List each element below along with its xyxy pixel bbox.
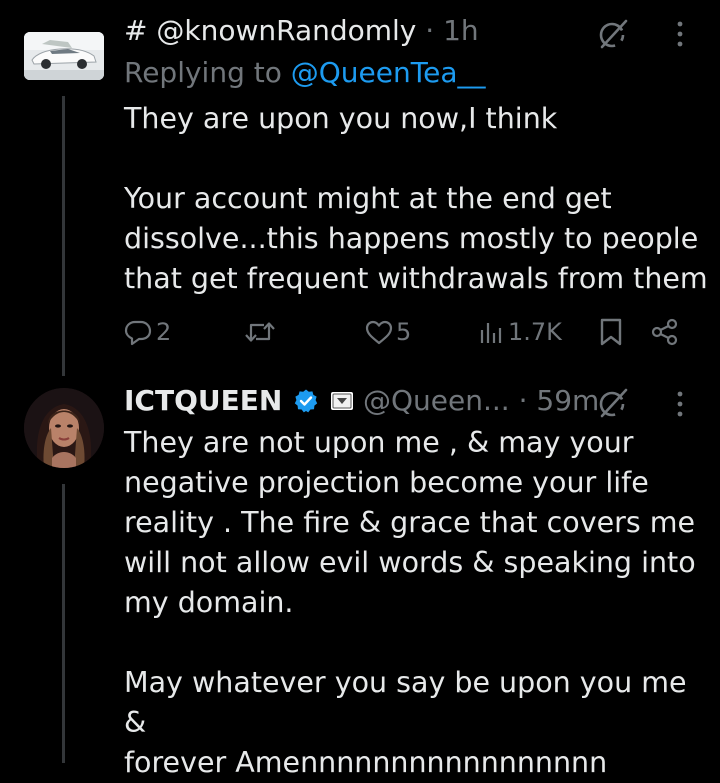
reply-button[interactable]: 2 — [124, 314, 171, 350]
tweet-text-line: They are upon you now,I think — [124, 102, 558, 135]
timestamp[interactable]: 59m — [536, 384, 599, 417]
affiliate-badge-icon — [331, 392, 354, 410]
thread-line-top — [62, 96, 65, 376]
tweet-text-line: May whatever you say be upon you me & — [124, 666, 687, 739]
display-name-handle[interactable]: # @knownRandomly — [124, 14, 416, 47]
tweet-header: # @knownRandomly · 1h — [124, 13, 479, 49]
separator-dot: · — [518, 384, 528, 417]
tweet-text-line: will not allow evil words & speaking int… — [124, 546, 696, 579]
more-icon[interactable] — [668, 18, 692, 50]
tweet-text: They are not upon me , & may your negati… — [124, 423, 714, 783]
tweet-text-line: that get frequent withdrawals from them — [124, 262, 708, 295]
reply-count: 2 — [156, 318, 172, 346]
like-icon — [365, 320, 393, 345]
tweet-text-line — [124, 623, 714, 663]
tweet-text-line: They are not upon me , & may your — [124, 426, 634, 459]
tweet-text-line: negative projection become your life — [124, 466, 649, 499]
retweet-button[interactable] — [244, 314, 276, 350]
tweet-header: ICTQUEEN @Queen... · 59m — [124, 383, 599, 419]
replying-to-line: Replying to @QueenTea__ — [124, 55, 485, 91]
timestamp[interactable]: 1h — [443, 14, 479, 47]
share-icon — [651, 318, 678, 346]
views-icon — [480, 323, 502, 343]
tweet-text-line: reality . The fire & grace that covers m… — [124, 506, 696, 539]
grok-icon[interactable] — [596, 385, 632, 421]
tweet-text-line — [124, 139, 714, 179]
tweet-text-line: forever Amennnnnnnnnnnnnnnnn — [124, 746, 608, 779]
tweet-text-line: dissolve...this happens mostly to people — [124, 222, 699, 255]
views-count: 1.7K — [508, 318, 562, 346]
replying-to-mention[interactable]: @QueenTea__ — [291, 56, 486, 89]
views-button[interactable]: 1.7K — [478, 314, 562, 350]
display-name[interactable]: ICTQUEEN — [124, 384, 282, 417]
bookmark-button[interactable] — [598, 314, 624, 350]
avatar[interactable] — [24, 388, 104, 468]
separator-dot: · — [425, 14, 435, 47]
bookmark-icon — [600, 318, 622, 346]
avatar[interactable] — [24, 32, 104, 80]
profile-photo-image — [24, 388, 104, 468]
grok-icon[interactable] — [596, 16, 632, 52]
tweet-text: They are upon you now,I think Your accou… — [124, 99, 714, 299]
retweet-icon — [245, 322, 275, 342]
like-count: 5 — [396, 318, 412, 346]
tweet-text-line: my domain. — [124, 586, 294, 619]
share-button[interactable] — [650, 314, 680, 350]
replying-to-label: Replying to — [124, 56, 282, 89]
thread-line-bottom — [62, 484, 65, 763]
handle[interactable]: @Queen... — [363, 384, 510, 417]
car-avatar-image — [24, 32, 104, 80]
tweet-text-line: Your account might at the end get — [124, 182, 612, 215]
reply-icon — [124, 320, 152, 346]
more-icon[interactable] — [668, 388, 692, 420]
verified-badge-icon — [295, 389, 318, 413]
like-button[interactable]: 5 — [364, 314, 411, 350]
